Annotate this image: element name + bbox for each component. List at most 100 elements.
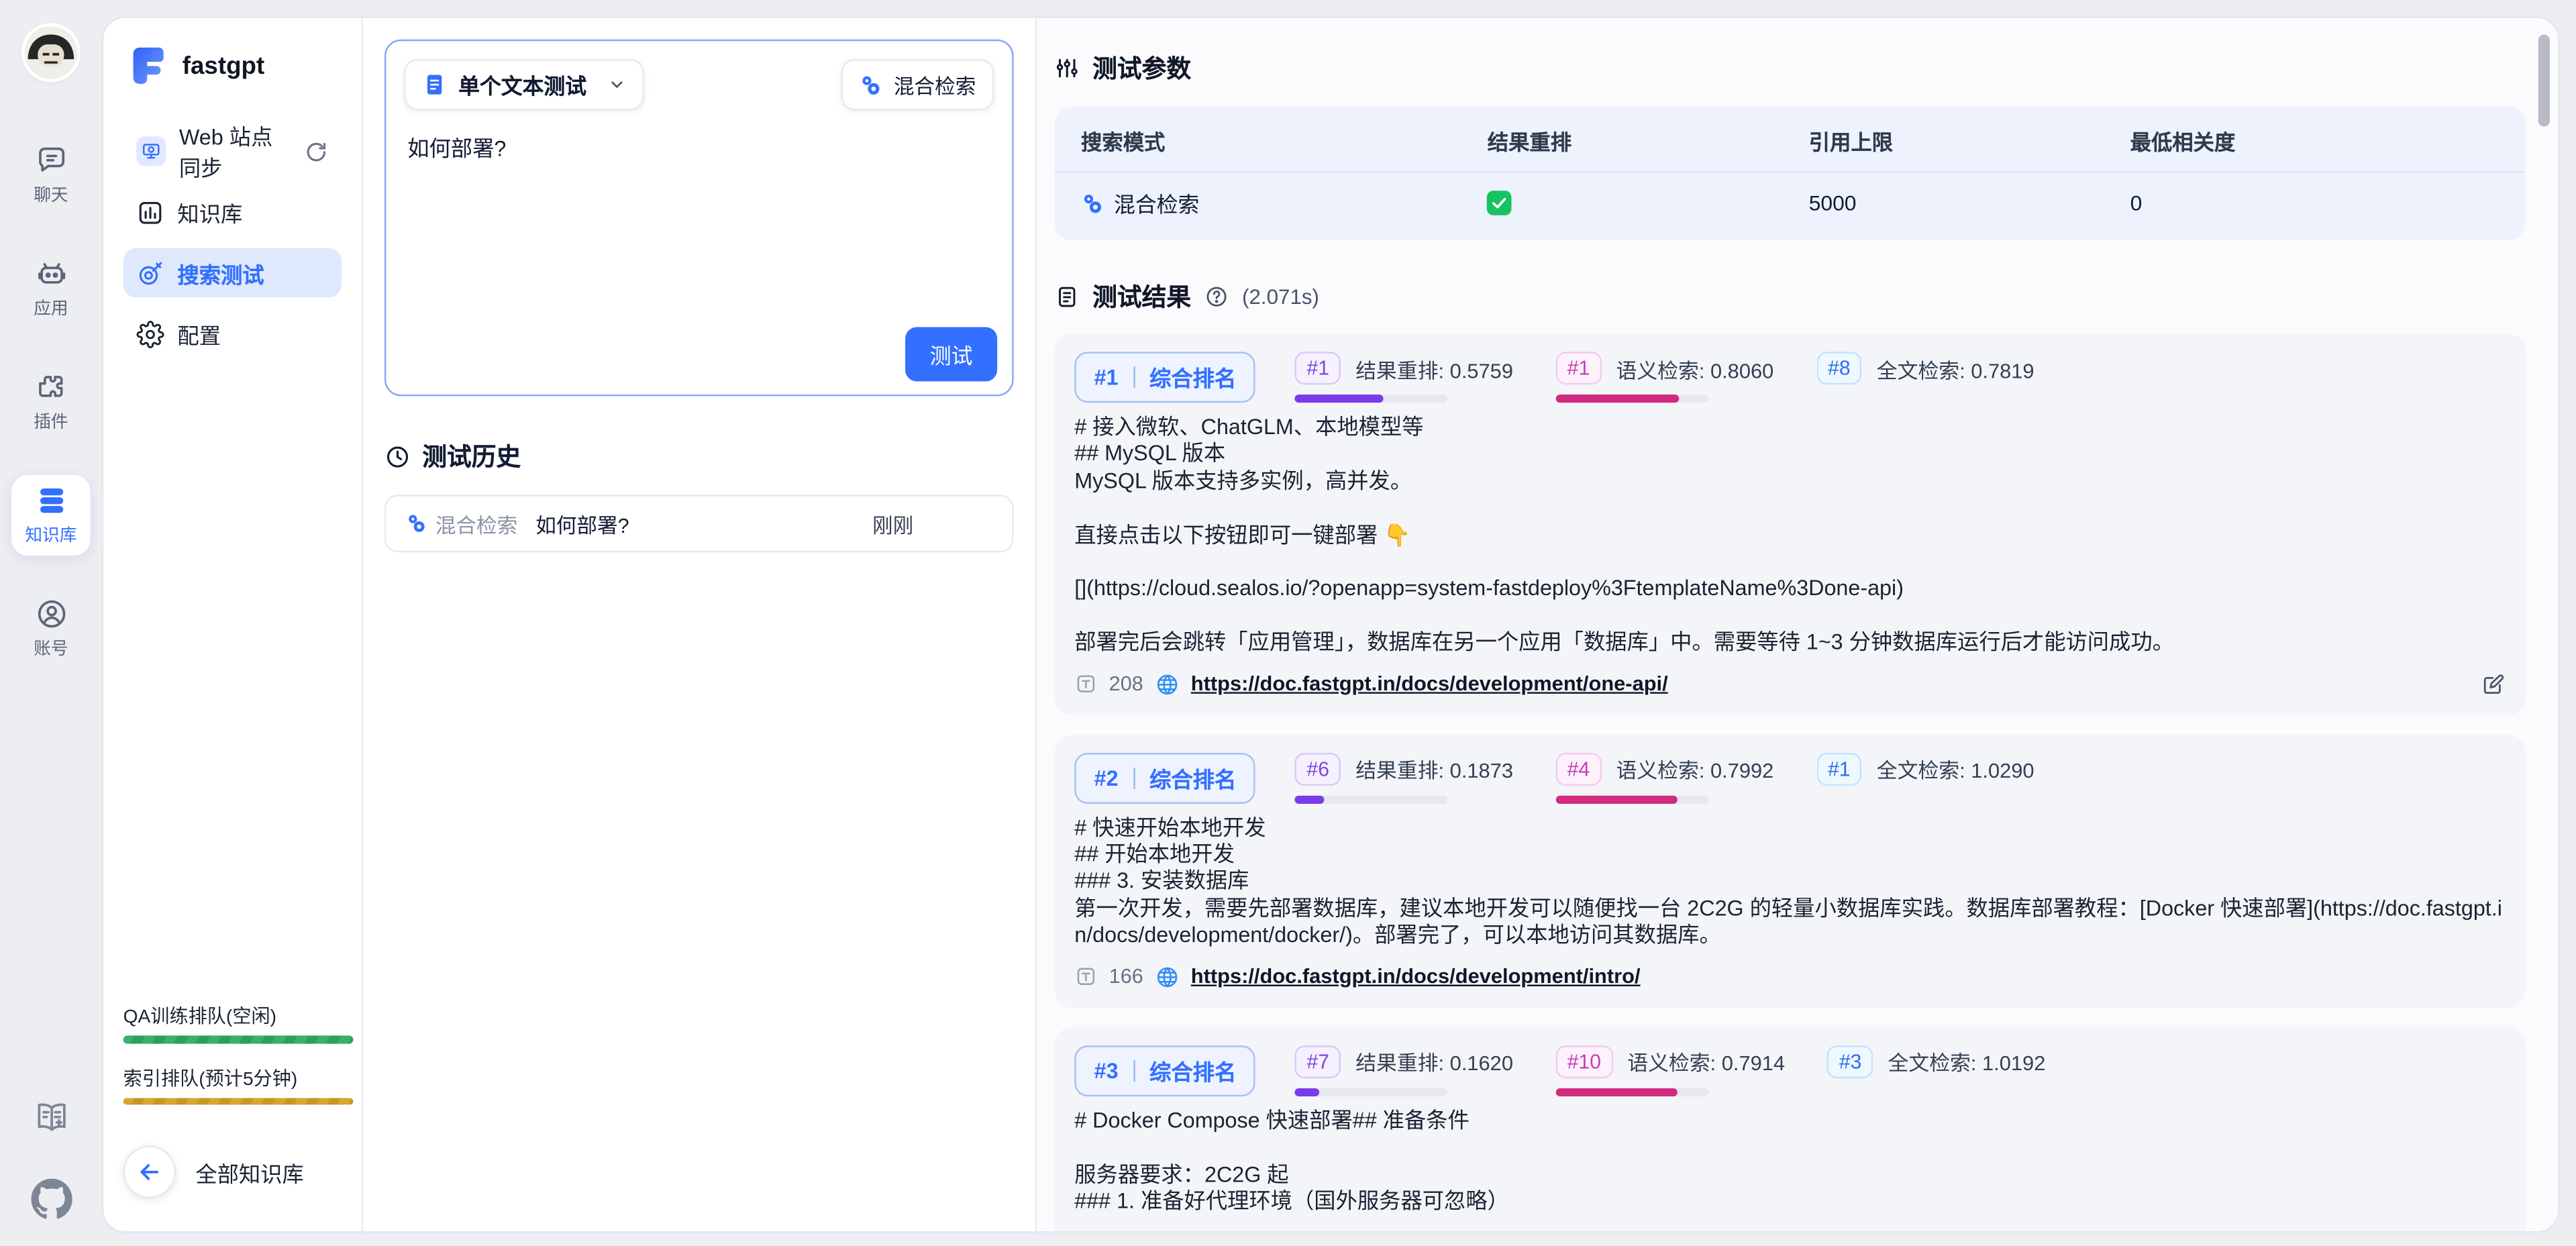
history-time: 刚刚 [872,508,913,539]
test-mode-selector[interactable]: 单个文本测试 [404,59,644,110]
result-content: # 快速开始本地开发 ## 开始本地开发 ### 3. 安装数据库 第一次开发，… [1074,815,2506,949]
target-icon [136,259,164,287]
result-content: # Docker Compose 快速部署## 准备条件 服务器要求：2C2G … [1074,1107,2506,1231]
test-duration: (2.071s) [1242,284,1319,309]
left-rail: 聊天 应用 插件 知识库 账号 [0,0,102,1246]
test-input-card[interactable]: 单个文本测试 混合检索 如何部署? 测试 [384,40,1014,397]
search-mode-cell: 混合检索 [1081,187,1488,219]
metric-progress [1295,1088,1448,1096]
sidebar-item-config[interactable]: 配置 [123,309,342,358]
params-title-row: 测试参数 [1055,51,2525,85]
rank-label: 综合排名 [1149,362,1236,393]
history-item[interactable]: 混合检索 如何部署? 刚刚 [384,495,1014,552]
fastgpt-logo-icon [127,44,170,87]
history-item-mode: 混合检索 [406,508,518,539]
source-link[interactable]: https://doc.fastgpt.in/docs/development/… [1191,966,1641,988]
index-queue-progress [123,1097,354,1104]
docs-book-icon[interactable] [32,1098,70,1136]
rail-item-dataset[interactable]: 知识库 [11,475,91,556]
retrieval-mode-button[interactable]: 混合检索 [841,59,994,110]
metric-rank-badge: #6 [1295,752,1341,785]
chevron-down-icon [608,76,626,94]
history-title: 测试历史 [422,439,521,473]
scrollbar-thumb[interactable] [2538,34,2550,126]
rail-item-apps[interactable]: 应用 [11,248,91,329]
source-link[interactable]: https://doc.fastgpt.in/docs/development/… [1191,672,1668,695]
history-title-row: 测试历史 [384,439,1014,473]
metric-progress [1556,395,1709,403]
rail-nav: 聊天 应用 插件 知识库 账号 [0,135,102,669]
sidebar-item-label: 搜索测试 [177,257,264,289]
metric-rank-badge: #7 [1295,1045,1341,1078]
params-table: 搜索模式 结果重排 引用上限 最低相关度 混合检索 5000 0 [1055,107,2525,240]
refresh-icon[interactable] [304,139,329,164]
clipboard-icon [1055,284,1080,309]
divider [1133,1059,1135,1081]
metric-progress [1556,795,1709,803]
metric-rank-badge: #10 [1556,1045,1613,1078]
chat-icon [34,143,68,177]
metric-label: 语义检索: 0.7992 [1616,753,1773,784]
run-test-button[interactable]: 测试 [905,327,997,382]
token-icon [1074,672,1097,695]
result-card: #1 综合排名 #1 结果重排: 0.5759 #1 语义检索: 0.8060 [1055,333,2525,715]
result-card-head: #2 综合排名 #6 结果重排: 0.1873 #4 语义检索: 0.7992 [1074,752,2506,803]
document-icon [422,72,447,97]
quote-limit-value: 5000 [1809,191,2130,215]
sidebar-item-dataset[interactable]: 知识库 [123,187,342,236]
dataset-sidebar: fastgpt Web 站点同步 知识库 搜索测试 配置 QA训练排队(空闲) [103,18,363,1231]
params-header-row: 搜索模式 结果重排 引用上限 最低相关度 [1055,107,2525,172]
embedding-metric: #1 语义检索: 0.8060 [1556,352,1774,403]
puzzle-icon [34,370,68,404]
history-query: 如何部署? [535,508,629,539]
rank-number: #3 [1094,1058,1119,1083]
rail-bottom [30,1098,71,1246]
metric-rank-badge: #1 [1295,352,1341,384]
token-icon [1074,966,1097,988]
brand-name: fastgpt [183,52,264,80]
app-root: 聊天 应用 插件 知识库 账号 [0,0,2576,1246]
rank-number: #2 [1094,766,1119,790]
metric-rank-badge: #1 [1816,752,1862,785]
rail-item-label: 聊天 [34,183,68,207]
metric-label: 全文检索: 1.0290 [1877,753,2034,784]
overall-rank-badge: #1 综合排名 [1074,352,1255,403]
sidebar-item-label: 知识库 [177,197,242,228]
sidebar-item-web-sync[interactable]: Web 站点同步 [123,127,342,176]
gear-icon [136,320,164,348]
rank-number: #1 [1094,365,1119,390]
result-card-footer: 208 https://doc.fastgpt.in/docs/developm… [1074,672,2506,696]
rail-item-plugins[interactable]: 插件 [11,362,91,442]
edit-icon[interactable] [2481,672,2506,696]
col-rerank: 结果重排 [1488,125,1809,156]
user-avatar[interactable] [25,26,77,79]
query-input[interactable]: 如何部署? [407,132,990,163]
back-label: 全部知识库 [195,1157,303,1188]
rail-item-account[interactable]: 账号 [11,588,91,669]
help-icon[interactable] [1204,284,1229,309]
queue-status: QA训练排队(空闲) 索引排队(预计5分钟) [123,1002,342,1126]
globe-icon [1155,672,1180,696]
clock-icon [384,443,411,469]
metric-label: 语义检索: 0.8060 [1616,353,1773,384]
rail-item-chat[interactable]: 聊天 [11,135,91,215]
metric-label: 结果重排: 0.5759 [1355,353,1513,384]
min-relevance-value: 0 [2130,191,2499,215]
sidebar-item-search-test[interactable]: 搜索测试 [123,248,342,297]
database-icon [34,483,68,517]
metric-rank-badge: #1 [1556,352,1602,384]
main-window: fastgpt Web 站点同步 知识库 搜索测试 配置 QA训练排队(空闲) [102,16,2560,1233]
history-mode-label: 混合检索 [435,508,517,539]
back-button[interactable] [123,1146,176,1198]
col-min-relevance: 最低相关度 [2130,125,2499,156]
github-icon[interactable] [30,1179,71,1220]
token-count: 166 [1109,966,1143,988]
fulltext-metric: #8 全文检索: 0.7819 [1816,352,2034,403]
checkbox-checked-icon [1488,191,1512,215]
metric-progress [1295,395,1448,403]
fulltext-metric: #3 全文检索: 1.0192 [1828,1045,2046,1096]
robot-icon [34,256,68,291]
metric-rank-badge: #8 [1816,352,1862,384]
metric-label: 结果重排: 0.1620 [1355,1046,1513,1078]
rail-item-label: 应用 [34,296,68,321]
